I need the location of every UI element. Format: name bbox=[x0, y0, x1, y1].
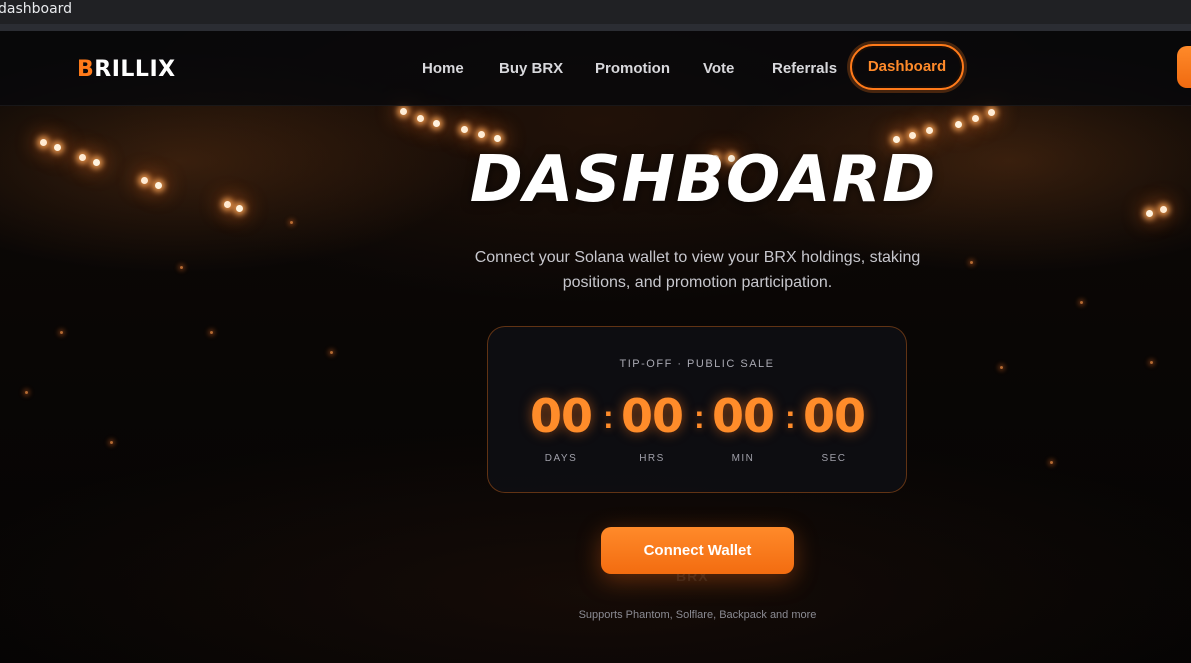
brillix-logo[interactable]: BRILLIX bbox=[77, 57, 176, 82]
browser-tab-bar: dashboard bbox=[0, 0, 1191, 24]
nav-vote[interactable]: Vote bbox=[703, 60, 734, 77]
countdown-unit-hours: HRS bbox=[639, 453, 665, 464]
nav-home[interactable]: Home bbox=[422, 60, 464, 77]
countdown-separator: : bbox=[785, 399, 796, 435]
countdown-card: TIP-OFF · PUBLIC SALE 00 : 00 : 00 : 00 … bbox=[487, 326, 907, 493]
countdown-separator: : bbox=[603, 399, 614, 435]
connect-wallet-button[interactable]: Connect Wallet bbox=[601, 527, 794, 574]
browser-tab-divider bbox=[0, 24, 1191, 31]
countdown-unit-days: DAYS bbox=[544, 453, 578, 464]
countdown-seconds: 00 bbox=[802, 389, 866, 443]
countdown-minutes: 00 bbox=[711, 389, 775, 443]
countdown-days: 00 bbox=[529, 389, 593, 443]
countdown-separator: : bbox=[694, 399, 705, 435]
countdown-unit-seconds: SEC bbox=[821, 453, 847, 464]
nav-dashboard[interactable]: Dashboard bbox=[850, 44, 964, 90]
nav-buy-brx[interactable]: Buy BRX bbox=[499, 60, 563, 77]
countdown-unit-minutes: MIN bbox=[731, 453, 755, 464]
nav-cta-button[interactable] bbox=[1177, 46, 1191, 88]
countdown-hours: 00 bbox=[620, 389, 684, 443]
countdown-label: TIP-OFF · PUBLIC SALE bbox=[619, 358, 775, 370]
nav-referrals[interactable]: Referrals bbox=[772, 60, 837, 77]
nav-promotion[interactable]: Promotion bbox=[595, 60, 670, 77]
supported-wallets-note: Supports Phantom, Solflare, Backpack and… bbox=[578, 609, 817, 621]
top-navbar: BRILLIX Home Buy BRX Promotion Vote Refe… bbox=[0, 31, 1191, 106]
page-title: DASHBOARD bbox=[469, 143, 937, 217]
page-subtitle: Connect your Solana wallet to view your … bbox=[474, 249, 921, 291]
browser-tab-title[interactable]: dashboard bbox=[0, 0, 72, 18]
